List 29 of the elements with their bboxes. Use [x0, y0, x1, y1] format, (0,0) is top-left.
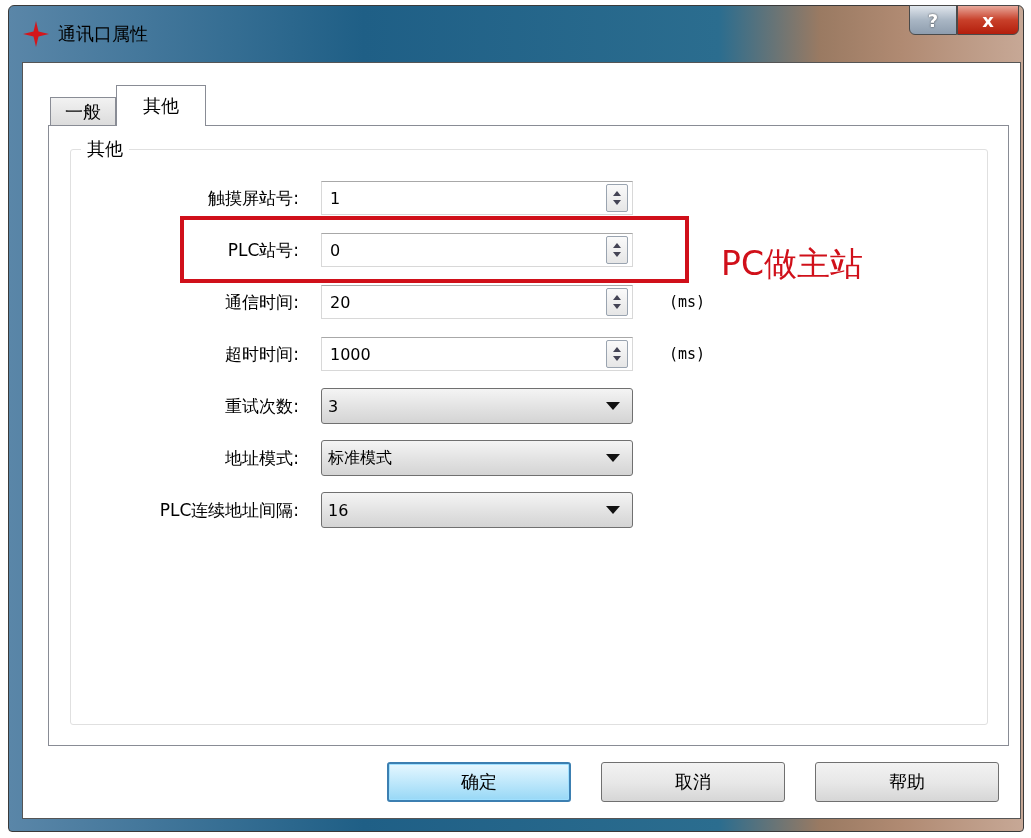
dialog-button[interactable]: 取消 [601, 762, 785, 802]
unit-label: (ms) [669, 345, 706, 363]
unit-label: (ms) [669, 293, 706, 311]
spin-field[interactable]: 20 [321, 285, 633, 319]
window-title: 通讯口属性 [58, 22, 148, 46]
group-title: 其他 [81, 137, 129, 161]
dropdown[interactable]: 标准模式 [321, 440, 633, 476]
tab[interactable]: 其他 [116, 85, 206, 126]
field-label: 重试次数: [225, 394, 299, 418]
dropdown[interactable]: 3 [321, 388, 633, 424]
star-logo-icon [22, 20, 50, 48]
dialog-button[interactable]: 帮助 [815, 762, 999, 802]
caret-down-icon [606, 506, 620, 514]
field-label: PLC站号: [227, 238, 299, 262]
spin-field[interactable]: 1 [321, 181, 633, 215]
field-label: 触摸屏站号: [208, 186, 299, 210]
field-label: 超时时间: [225, 342, 299, 366]
spin-field[interactable]: 1000 [321, 337, 633, 371]
caret-down-icon [606, 454, 620, 462]
field-label: PLC连续地址间隔: [159, 498, 299, 522]
spin-field[interactable]: 0 [321, 233, 633, 267]
field-label: 通信时间: [225, 290, 299, 314]
dialog-button[interactable]: 确定 [387, 762, 571, 802]
tab[interactable]: 一般 [50, 97, 116, 125]
close-button[interactable]: x [957, 5, 1019, 35]
dropdown[interactable]: 16 [321, 492, 633, 528]
field-label: 地址模式: [225, 446, 299, 470]
annotation-text: PC做主站 [721, 243, 863, 285]
caret-down-icon [606, 402, 620, 410]
